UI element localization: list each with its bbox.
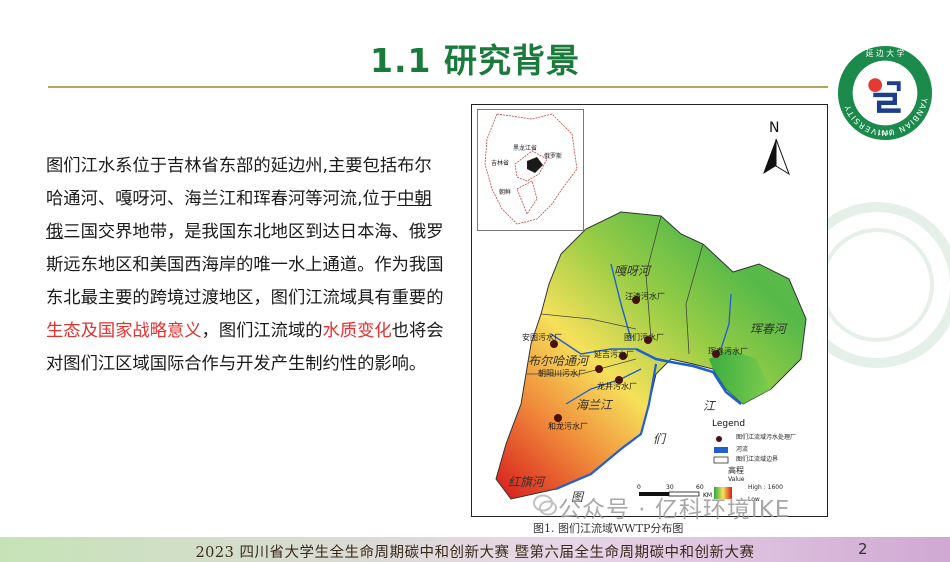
river-label-gaya: 嘎呀河 (614, 264, 651, 278)
inset-label-russia: 俄罗斯 (544, 153, 563, 160)
inset-label-heilongjiang: 黑龙江省 (513, 145, 538, 152)
plant-label-chaoyangchuan: 朝阳川污水厂 (538, 369, 586, 378)
body-text-part-1: 图们江水系位于吉林省东部的延边州,主要包括布尔哈通河、嘎呀河、海兰江和珲春河等河… (46, 156, 432, 209)
legend-elevation-title: 高程 (728, 466, 744, 475)
wechat-icon (533, 494, 557, 516)
page-number: 2 (858, 540, 868, 558)
logo-glyphs: 延 边 大 学 (866, 48, 905, 58)
legend-value-label: Value (728, 476, 745, 483)
body-text-highlight-2: 水质变化 (322, 321, 392, 341)
river-label-hongqi: 红旗河 (508, 475, 545, 489)
plant-label-hunchun: 珲春污水厂 (708, 347, 748, 356)
north-label: N (769, 120, 779, 136)
body-text-part-2: 三国交界地带，是我国东北地区到达日本海、俄罗斯远东地区和美国西海岸的唯一水上通道… (46, 222, 444, 308)
plant-label-longjing: 龙井污水厂 (597, 382, 637, 391)
locator-inset-map (484, 113, 578, 225)
plant-label-tumen: 图们污水厂 (624, 333, 664, 342)
slide-title: 1.1 研究背景 (370, 41, 580, 80)
inset-label-jilin: 吉林省 (491, 160, 510, 167)
inset-label-korea: 朝鲜 (499, 189, 512, 196)
watermark-text: 公众号 · 亿科环境IKE (558, 497, 791, 523)
river-label-buerhatong: 布尔哈通河 (528, 354, 589, 368)
title-divider (48, 86, 828, 88)
logo-year: 1949 (878, 131, 893, 137)
plant-label-antu: 安图污水厂 (522, 333, 562, 342)
plant-label-yanji: 延吉污水厂 (594, 350, 634, 359)
legend-item-boundary: 图们江流域边界 (736, 456, 779, 463)
plant-label-wangqing: 汪清污水厂 (625, 292, 665, 301)
river-label-hailan: 海兰江 (576, 398, 613, 412)
body-paragraph: 图们江水系位于吉林省东部的延边州,主要包括布尔哈通河、嘎呀河、海兰江和珲春河等河… (46, 150, 446, 381)
university-logo-icon: YANBIAN UNIVERSITY 1949 延 边 大 学 (837, 45, 933, 141)
plant-label-helong: 和龙污水厂 (548, 422, 588, 431)
north-arrow-icon (763, 138, 790, 176)
legend-item-river: 河流 (736, 446, 749, 453)
footer-text: 2023 四川省大学生全生命周期碳中和创新大赛 暨第六届全生命周期碳中和创新大赛 (195, 545, 755, 561)
river-label-tumen-2: 们 (653, 432, 666, 446)
body-text-highlight-1: 生态及国家战略意义 (46, 321, 202, 341)
legend-title: Legend (712, 419, 746, 429)
legend-item-wwtp: 图们江流域污水处理厂 (736, 434, 797, 441)
river-label-hunchun: 珲春河 (750, 322, 787, 336)
river-label-tumen-1: 江 (703, 399, 716, 413)
body-text-part-3: ，图们江流域的 (201, 321, 323, 341)
